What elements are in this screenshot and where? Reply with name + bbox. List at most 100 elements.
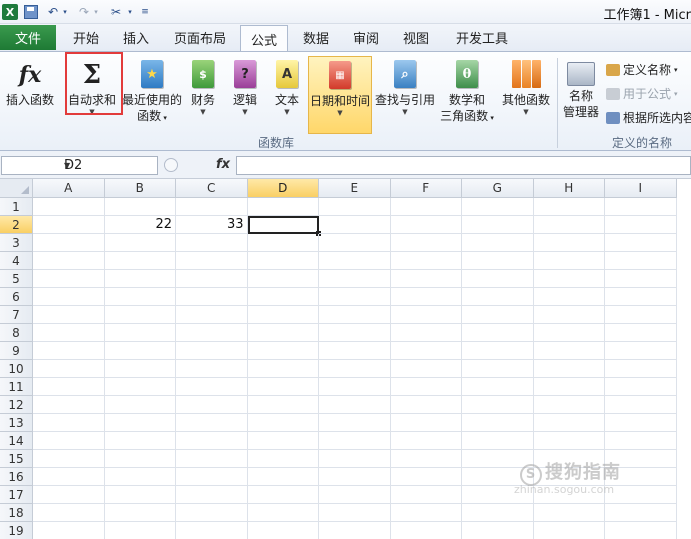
tab-developer[interactable]: 开发工具 (448, 25, 516, 50)
cell-a15[interactable] (33, 450, 105, 468)
row-header-10[interactable]: 10 (0, 360, 33, 378)
cell-g19[interactable] (462, 522, 534, 539)
insert-function-button[interactable]: fx 插入函数 (2, 56, 58, 130)
cell-g5[interactable] (462, 270, 534, 288)
row-header-6[interactable]: 6 (0, 288, 33, 306)
cell-d13[interactable] (247, 414, 319, 432)
cell-i18[interactable] (605, 504, 677, 522)
cell-a2[interactable] (33, 216, 105, 234)
cell-g6[interactable] (462, 288, 534, 306)
cell-c17[interactable] (176, 486, 248, 504)
tab-view[interactable]: 视图 (394, 25, 438, 50)
cell-f7[interactable] (390, 306, 462, 324)
cell-f6[interactable] (390, 288, 462, 306)
define-name-button[interactable]: 定义名称 ▾ (606, 61, 678, 78)
row-header-7[interactable]: 7 (0, 306, 33, 324)
tools-dropdown-icon[interactable]: ▾ (126, 3, 134, 21)
tab-review[interactable]: 审阅 (344, 25, 388, 50)
column-header-c[interactable]: C (176, 179, 248, 198)
cell-a19[interactable] (33, 522, 105, 539)
math-trig-button[interactable]: θ 数学和 三角函数 ▾ (438, 56, 496, 130)
cell-g2[interactable] (462, 216, 534, 234)
cell-h11[interactable] (533, 378, 605, 396)
cell-d6[interactable] (247, 288, 319, 306)
cell-d10[interactable] (247, 360, 319, 378)
cell-b16[interactable] (104, 468, 176, 486)
cell-b9[interactable] (104, 342, 176, 360)
cell-c9[interactable] (176, 342, 248, 360)
cell-f17[interactable] (390, 486, 462, 504)
cell-g12[interactable] (462, 396, 534, 414)
insert-function-fx-icon[interactable]: fx (216, 157, 230, 172)
text-button[interactable]: A 文本 ▼ (270, 56, 304, 130)
customize-quick-access-icon[interactable]: ≡ (140, 3, 150, 21)
cell-c1[interactable] (176, 198, 248, 216)
row-header-3[interactable]: 3 (0, 234, 33, 252)
formula-bar-expand-icon[interactable] (164, 158, 178, 172)
active-cell-d2[interactable] (247, 216, 319, 234)
cell-i2[interactable] (605, 216, 677, 234)
cell-i10[interactable] (605, 360, 677, 378)
cell-a5[interactable] (33, 270, 105, 288)
cell-c4[interactable] (176, 252, 248, 270)
cell-e1[interactable] (319, 198, 391, 216)
cell-g14[interactable] (462, 432, 534, 450)
cell-a7[interactable] (33, 306, 105, 324)
column-header-h[interactable]: H (533, 179, 605, 198)
redo-dropdown-icon[interactable]: ▾ (92, 3, 100, 21)
row-header-16[interactable]: 16 (0, 468, 33, 486)
cell-e7[interactable] (319, 306, 391, 324)
save-icon[interactable] (24, 5, 38, 19)
cell-a1[interactable] (33, 198, 105, 216)
cell-d4[interactable] (247, 252, 319, 270)
cell-h18[interactable] (533, 504, 605, 522)
excel-app-icon[interactable]: X (2, 4, 18, 20)
cell-b17[interactable] (104, 486, 176, 504)
tab-insert[interactable]: 插入 (114, 25, 158, 50)
cell-i5[interactable] (605, 270, 677, 288)
cell-c5[interactable] (176, 270, 248, 288)
row-header-12[interactable]: 12 (0, 396, 33, 414)
cell-d16[interactable] (247, 468, 319, 486)
row-header-8[interactable]: 8 (0, 324, 33, 342)
cell-d1[interactable] (247, 198, 319, 216)
cell-c2[interactable]: 33 (176, 216, 248, 234)
cell-a4[interactable] (33, 252, 105, 270)
cell-b7[interactable] (104, 306, 176, 324)
cell-h10[interactable] (533, 360, 605, 378)
cell-d11[interactable] (247, 378, 319, 396)
cell-g11[interactable] (462, 378, 534, 396)
row-header-18[interactable]: 18 (0, 504, 33, 522)
undo-icon[interactable]: ↶ (46, 3, 60, 21)
cell-f10[interactable] (390, 360, 462, 378)
cell-d19[interactable] (248, 522, 319, 539)
cell-a17[interactable] (33, 486, 105, 504)
cell-b4[interactable] (104, 252, 176, 270)
recently-used-button[interactable]: ★ 最近使用的 函数 ▾ (122, 56, 182, 130)
cell-a3[interactable] (33, 234, 105, 252)
cell-i1[interactable] (605, 198, 677, 216)
row-header-17[interactable]: 17 (0, 486, 33, 504)
cell-f11[interactable] (390, 378, 462, 396)
cell-c19[interactable] (176, 522, 248, 539)
column-header-e[interactable]: E (319, 179, 391, 198)
cell-e12[interactable] (319, 396, 391, 414)
select-all-corner[interactable] (0, 179, 33, 198)
cell-g7[interactable] (462, 306, 534, 324)
cell-e17[interactable] (319, 486, 391, 504)
cell-f9[interactable] (390, 342, 462, 360)
cell-e11[interactable] (319, 378, 391, 396)
cell-e13[interactable] (319, 414, 391, 432)
cell-g9[interactable] (462, 342, 534, 360)
cell-e18[interactable] (319, 504, 391, 522)
cell-h2[interactable] (533, 216, 605, 234)
name-box[interactable]: D2 ▼ (1, 156, 158, 175)
cell-d15[interactable] (247, 450, 319, 468)
cell-b14[interactable] (104, 432, 176, 450)
cell-d5[interactable] (247, 270, 319, 288)
cell-i7[interactable] (605, 306, 677, 324)
row-header-2[interactable]: 2 (0, 216, 33, 234)
cell-g8[interactable] (462, 324, 534, 342)
cell-f3[interactable] (390, 234, 462, 252)
datetime-button[interactable]: ▦ 日期和时间 ▼ (308, 56, 372, 134)
